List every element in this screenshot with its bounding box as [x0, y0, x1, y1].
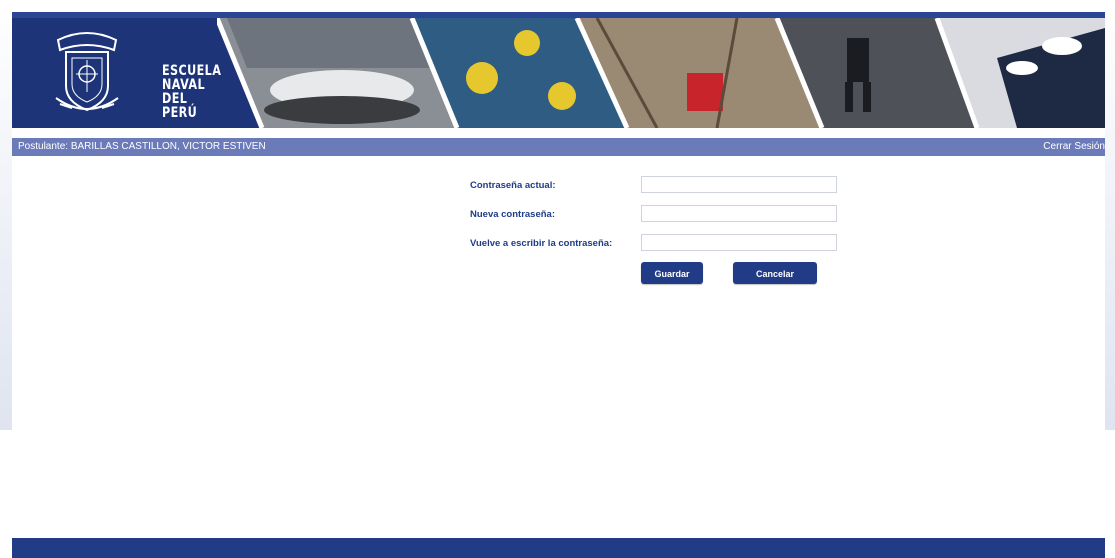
logo-line-2: NAVAL [162, 77, 205, 93]
footer-bar [12, 538, 1105, 558]
save-button[interactable]: Guardar [641, 262, 703, 284]
confirm-password-label: Vuelve a escribir la contraseña: [470, 238, 613, 249]
logo-line-3: DEL PERÚ [162, 91, 198, 121]
new-password-label: Nueva contraseña: [470, 209, 556, 220]
escuela-naval-logo: ESCUELA NAVAL DEL PERÚ [52, 28, 221, 120]
logout-link[interactable]: Cerrar Sesión [1043, 138, 1105, 156]
confirm-password-input[interactable] [641, 234, 837, 251]
applicant-name: Postulante: BARILLAS CASTILLON, VICTOR E… [18, 141, 266, 152]
naval-crest-icon [55, 32, 119, 112]
new-password-input[interactable] [641, 205, 837, 222]
current-password-label: Contraseña actual: [470, 180, 556, 191]
user-bar: Postulante: BARILLAS CASTILLON, VICTOR E… [12, 138, 1105, 156]
logo-text: ESCUELA NAVAL DEL PERÚ [162, 64, 221, 120]
current-password-input[interactable] [641, 176, 837, 193]
cancel-button[interactable]: Cancelar [733, 262, 817, 284]
right-background-fade [1105, 0, 1115, 430]
header-banner: ESCUELA NAVAL DEL PERÚ [12, 12, 1105, 128]
logo-line-1: ESCUELA [162, 63, 222, 79]
left-background-fade [0, 0, 12, 430]
banner-photos [217, 18, 1105, 128]
